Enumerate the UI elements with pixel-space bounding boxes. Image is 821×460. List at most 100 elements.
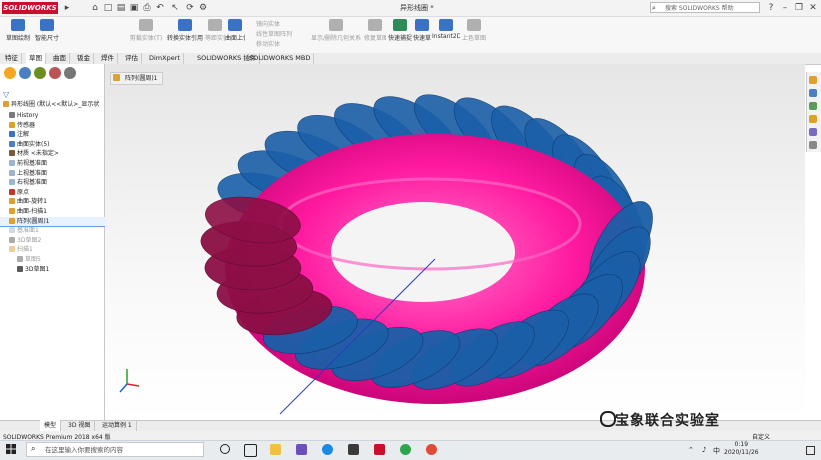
windows-start-icon[interactable] [6, 444, 16, 454]
tree-item[interactable]: 3D草图2 [0, 236, 113, 245]
tab-1[interactable]: 草图 [26, 53, 46, 64]
ribbon-button-label: 快速草图 [413, 35, 431, 42]
open-icon[interactable]: ▤ [116, 3, 126, 13]
ribbon-button-3[interactable]: 转换实体引用 [166, 19, 204, 42]
print-icon[interactable]: ⎙ [142, 3, 152, 13]
appearances-icon[interactable] [809, 128, 817, 136]
ime-indicator[interactable]: 中 [713, 446, 720, 456]
view-palette-icon[interactable] [809, 115, 817, 123]
ribbon-button-11[interactable]: 上色草图轮廓 [462, 19, 486, 42]
tree-item[interactable]: 曲面-旋转1 [0, 197, 113, 206]
ribbon-button-9[interactable]: 快速草图 [413, 19, 431, 42]
store-taskbar-icon[interactable] [348, 444, 359, 455]
configuration-manager-tab-icon[interactable] [34, 67, 46, 79]
edge-taskbar-icon[interactable] [322, 444, 333, 455]
tab-4[interactable]: 焊件 [98, 53, 118, 64]
wechat-taskbar-icon[interactable] [400, 444, 411, 455]
tab-6[interactable]: DimXpert [146, 53, 184, 64]
plane-icon [9, 169, 15, 176]
resources-icon[interactable] [809, 76, 817, 84]
ribbon-button-7[interactable]: 修复草图 [364, 19, 386, 42]
solidworks-taskbar-icon[interactable] [374, 444, 385, 455]
model-tab-2[interactable]: 运动算例 1 [98, 420, 137, 431]
tab-3[interactable]: 钣金 [74, 53, 94, 64]
help-icon[interactable]: ? [766, 3, 776, 13]
tree-item[interactable]: 右视基准面 [0, 178, 113, 187]
tab-8[interactable]: SOLIDWORKS MBD [246, 53, 315, 64]
sketch3d-icon [9, 236, 15, 243]
task-view-icon[interactable] [244, 444, 257, 457]
tree-item[interactable]: 原点 [0, 188, 113, 197]
custom-properties-icon[interactable] [809, 141, 817, 149]
tree-item[interactable]: 基准面1 [0, 226, 113, 235]
feature-manager-tab-icon[interactable] [4, 67, 16, 79]
tree-item[interactable]: 传感器 [0, 121, 113, 130]
tree-item[interactable]: 前视基准面 [0, 159, 113, 168]
home-icon[interactable]: ⌂ [90, 3, 100, 13]
trim-icon [139, 19, 153, 31]
rebuild-icon[interactable]: ⟳ [185, 3, 195, 13]
close-icon[interactable]: ✕ [808, 3, 818, 13]
model-tab-0[interactable]: 模型 [40, 420, 62, 431]
tab-2[interactable]: 曲面 [50, 53, 70, 64]
material-icon [9, 150, 15, 157]
tree-item[interactable]: 注解 [0, 130, 113, 139]
ribbon-button-1[interactable]: 智能尺寸 [34, 19, 60, 42]
save-icon[interactable]: ▣ [129, 3, 139, 13]
file-explorer-taskbar-icon[interactable] [270, 444, 281, 455]
select-icon[interactable]: ↖ [170, 3, 180, 13]
pattern-icon [9, 217, 15, 224]
tree-item[interactable]: 曲面-扫描1 [0, 207, 113, 216]
restore-icon[interactable]: ❐ [794, 3, 804, 13]
graphics-area[interactable] [105, 64, 805, 420]
design-library-icon[interactable] [809, 89, 817, 97]
clock[interactable]: 0:19 2020/11/26 [724, 441, 759, 457]
tree-item[interactable]: 材质 <未指定> [0, 149, 113, 158]
taskbar-search-input[interactable]: 在这里输入你要搜索的内容 [26, 442, 204, 457]
tree-item[interactable]: 阵列(圆周)1 [0, 216, 113, 227]
ribbon-button-label: 曲面上偏移 [225, 35, 245, 42]
undo-icon[interactable]: ↶ [155, 3, 165, 13]
cortana-icon[interactable] [220, 444, 230, 454]
file-explorer-icon[interactable] [809, 102, 817, 110]
mirror-entities[interactable]: 镜向实体 [256, 19, 280, 28]
ribbon-button-0[interactable]: 草图绘制 [4, 19, 32, 42]
notification-icon[interactable] [806, 446, 815, 455]
tree-item[interactable]: 曲面实体(5) [0, 140, 113, 149]
ribbon-button-2[interactable]: 剪裁实体(T) [128, 19, 164, 42]
dimxpert-tab-icon[interactable] [49, 67, 61, 79]
tree-root[interactable]: 异形线圈 (默认<<默认>_显示状 [0, 100, 107, 109]
ribbon-button-4[interactable]: 等距实体 [205, 19, 225, 42]
ribbon-button-6[interactable]: 显示/删除几何关系 [310, 19, 362, 42]
ribbon-button-8[interactable]: 快速捕捉 [388, 19, 412, 42]
tree-item[interactable]: 3D草图1 [0, 265, 121, 274]
tree-item-label: 传感器 [17, 121, 36, 129]
ribbon-button-10[interactable]: Instant2D [432, 19, 460, 40]
tree-item[interactable]: 扫描1 [0, 245, 113, 254]
part-icon [3, 101, 9, 107]
options-icon[interactable]: ⚙ [198, 3, 208, 13]
chrome-taskbar-icon[interactable] [426, 444, 437, 455]
tab-5[interactable]: 评估 [122, 53, 142, 64]
new-document-icon[interactable]: □ [103, 3, 113, 13]
move-entities[interactable]: 移动实体 [256, 39, 280, 48]
ribbon-button-label: Instant2D [432, 33, 460, 40]
filter-icon[interactable]: ▽ [3, 90, 9, 99]
property-manager-tab-icon[interactable] [19, 67, 31, 79]
tab-0[interactable]: 特征 [2, 53, 22, 64]
minimize-icon[interactable]: – [780, 3, 790, 13]
network-icon[interactable]: ⌃ [688, 446, 694, 454]
tree-item-label: 上视基准面 [17, 169, 48, 177]
display-manager-tab-icon[interactable] [64, 67, 76, 79]
volume-icon[interactable]: ♪ [702, 446, 706, 454]
onenote-taskbar-icon[interactable] [296, 444, 307, 455]
model-tab-1[interactable]: 3D 视图 [64, 420, 96, 431]
ribbon-button-label: 等距实体 [205, 35, 225, 42]
tree-item[interactable]: 草图5 [0, 255, 121, 264]
ribbon-button-5[interactable]: 曲面上偏移 [225, 19, 245, 42]
tree-item[interactable]: 上视基准面 [0, 169, 113, 178]
tree-item[interactable]: History [0, 111, 113, 120]
linear-sketch-pattern[interactable]: 线性草图阵列 [256, 29, 292, 38]
menu-arrow-icon[interactable]: ▸ [62, 3, 72, 13]
help-search-input[interactable]: 搜索 SOLIDWORKS 帮助 [650, 2, 760, 13]
